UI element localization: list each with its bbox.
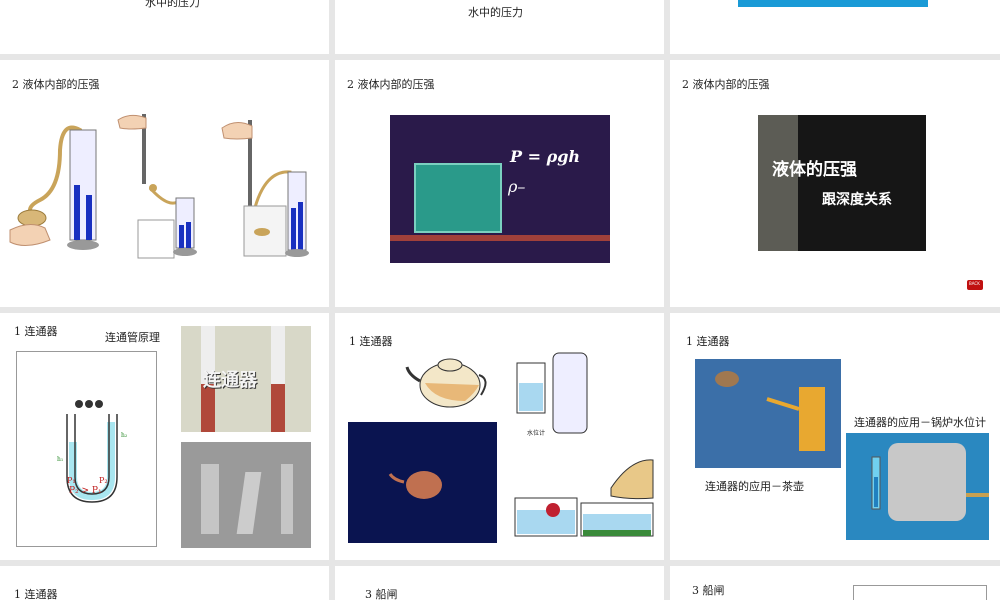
liquid-right — [271, 384, 285, 432]
water-gauge-label: 水位计 — [527, 430, 546, 437]
slide-thumbnail-8[interactable]: 1 连通器 水位计 — [335, 313, 664, 560]
glass-vessel-1 — [201, 464, 219, 534]
slide-thumbnail-12[interactable]: 3 船闸 — [670, 566, 1000, 600]
slide-thumbnail-2[interactable]: 水中的压力 — [335, 0, 664, 54]
formula-video-frame: P = ρgh ρ– — [390, 115, 610, 263]
slide-title: 2 液体内部的压强 — [347, 78, 435, 91]
slide-subtitle: 连通管原理 — [105, 331, 160, 344]
slide-image-frame — [853, 585, 987, 600]
cow-trough-drawing — [514, 459, 654, 537]
teapot-photo — [348, 422, 497, 543]
slide-thumbnail-10[interactable]: 1 连通器 — [0, 566, 329, 600]
formula-main: P = ρgh — [510, 147, 581, 166]
slide-caption: 水中的压力 — [468, 6, 523, 19]
video-text-2: 跟深度关系 — [822, 192, 892, 208]
back-button[interactable]: BACK — [967, 280, 983, 290]
back-button-label: BACK — [969, 281, 980, 286]
photo-text: 连通器 — [203, 370, 257, 391]
pressure-p2: P₂ — [99, 476, 108, 485]
slide-caption: 水中的压力 — [145, 0, 200, 9]
video-text-1: 液体的压强 — [772, 160, 857, 180]
video-frame: 液体的压强 跟深度关系 — [758, 115, 926, 251]
slide-title: 2 液体内部的压强 — [682, 78, 770, 91]
height-h1: h₁ — [57, 456, 64, 463]
slide-thumbnail-7[interactable]: 1 连通器 连通管原理 P₁ P₂ P₂ > P₁ h₁ h₂ 连通器 — [0, 313, 329, 560]
communicating-vessel-photo: 连通器 — [181, 326, 311, 432]
slide-title: 3 船闸 — [692, 584, 725, 597]
glass-vessels-photo — [181, 442, 311, 548]
teapot-caption: 连通器的应用－茶壶 — [705, 480, 804, 493]
slide-thumbnail-3[interactable] — [670, 0, 1000, 54]
u-tube-diagram: P₁ P₂ P₂ > P₁ h₁ h₂ — [16, 351, 157, 547]
slide-thumbnail-4[interactable]: 2 液体内部的压强 — [0, 60, 329, 307]
boiler-gauge-image — [846, 433, 989, 540]
teapot-kettle-image — [695, 359, 841, 468]
floor-stripe — [390, 235, 610, 241]
video-glow — [758, 115, 798, 251]
boiler-caption: 连通器的应用－锅炉水位计 — [854, 416, 986, 429]
glass-vessel-3 — [281, 464, 293, 534]
slide-title: 2 液体内部的压强 — [12, 78, 100, 91]
slide-title: 1 连通器 — [14, 325, 58, 338]
slide-thumbnail-1[interactable]: 水中的压力 — [0, 0, 329, 54]
pressure-relation: P₂ > P₁ — [69, 486, 102, 496]
slide-title: 1 连通器 — [349, 335, 393, 348]
slide-thumbnail-11[interactable]: 3 船闸 — [335, 566, 664, 600]
teapot-drawing — [405, 358, 487, 408]
slide-thumbnail-6[interactable]: 2 液体内部的压强 液体的压强 跟深度关系 BACK — [670, 60, 1000, 307]
slide-thumbnail-9[interactable]: 1 连通器 连通器的应用－茶壶 连通器的应用－锅炉水位计 — [670, 313, 1000, 560]
formula-sub: ρ– — [508, 177, 526, 196]
pressure-p1: P₁ — [67, 476, 76, 485]
water-tank — [414, 163, 502, 233]
manometer-illustration — [9, 114, 309, 259]
blue-bar-image — [738, 0, 928, 7]
slide-thumbnail-5[interactable]: 2 液体内部的压强 P = ρgh ρ– — [335, 60, 664, 307]
glass-vessel-2 — [236, 472, 262, 534]
slide-title: 3 船闸 — [365, 588, 398, 600]
height-h2: h₂ — [121, 432, 128, 439]
slide-title: 1 连通器 — [14, 588, 58, 600]
slide-title: 1 连通器 — [686, 335, 730, 348]
